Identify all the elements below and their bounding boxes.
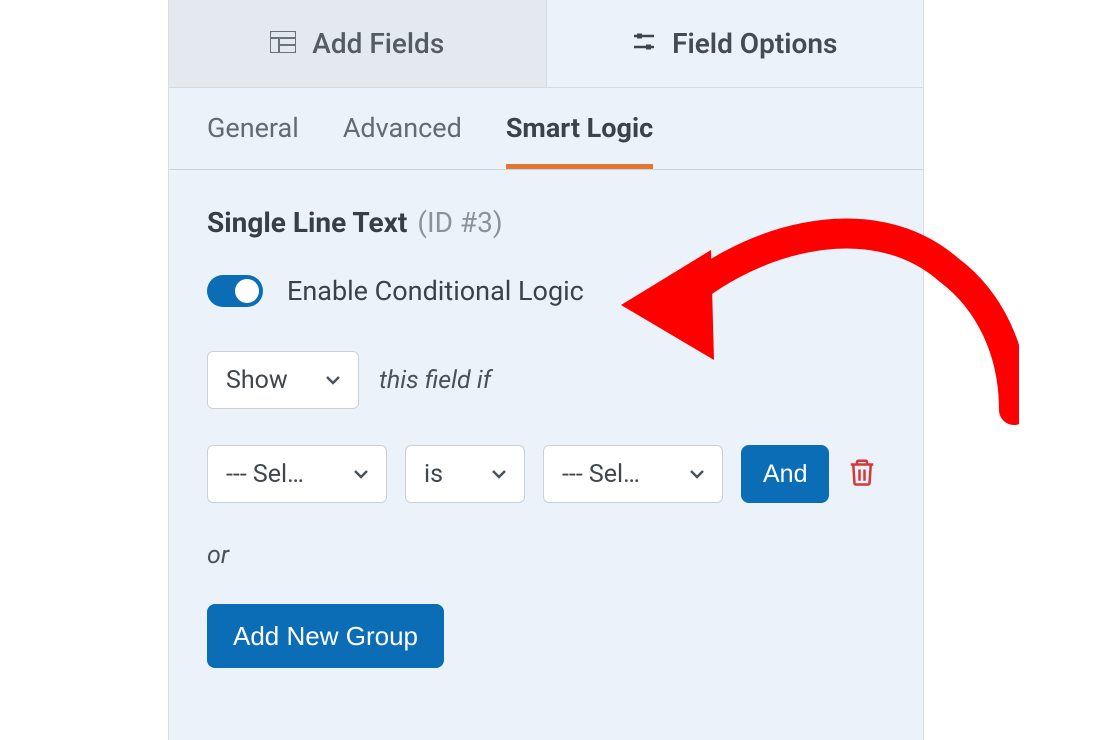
field-options-panel: Add Fields Field Options General Advance… (168, 0, 924, 740)
condition-row: --- Sel… is --- Sel… And (207, 445, 885, 503)
action-select-value: Show (226, 366, 288, 395)
chevron-down-icon (688, 465, 706, 483)
action-descriptor: this field if (379, 366, 491, 395)
field-id: (ID #3) (417, 206, 502, 239)
sub-tab-bar: General Advanced Smart Logic (169, 88, 923, 170)
form-fields-icon (270, 27, 296, 60)
condition-value-select[interactable]: --- Sel… (543, 445, 723, 503)
condition-value-value: --- Sel… (562, 460, 640, 489)
chevron-down-icon (324, 371, 342, 389)
field-heading: Single Line Text (ID #3) (207, 206, 885, 239)
chevron-down-icon (490, 465, 508, 483)
chevron-down-icon (352, 465, 370, 483)
tab-add-fields[interactable]: Add Fields (169, 0, 547, 87)
tab-field-options-label: Field Options (672, 27, 837, 60)
field-type-name: Single Line Text (207, 206, 407, 239)
condition-operator-value: is (424, 460, 443, 489)
tab-field-options[interactable]: Field Options (547, 0, 924, 87)
or-separator: or (207, 541, 885, 570)
enable-conditional-row: Enable Conditional Logic (207, 275, 885, 307)
subtab-general[interactable]: General (207, 112, 299, 168)
smart-logic-content: Single Line Text (ID #3) Enable Conditio… (169, 170, 923, 688)
delete-condition-button[interactable] (847, 457, 877, 491)
and-button[interactable]: And (741, 445, 829, 503)
condition-operator-select[interactable]: is (405, 445, 525, 503)
condition-field-select[interactable]: --- Sel… (207, 445, 387, 503)
condition-field-value: --- Sel… (226, 460, 304, 489)
trash-icon (847, 457, 877, 487)
tab-add-fields-label: Add Fields (312, 27, 444, 60)
action-select[interactable]: Show (207, 351, 359, 409)
sliders-icon (632, 27, 656, 60)
enable-conditional-label: Enable Conditional Logic (287, 275, 584, 307)
subtab-advanced[interactable]: Advanced (343, 112, 462, 168)
top-tab-bar: Add Fields Field Options (169, 0, 923, 88)
enable-conditional-toggle[interactable] (207, 275, 263, 307)
subtab-smart-logic[interactable]: Smart Logic (506, 112, 653, 168)
add-new-group-button[interactable]: Add New Group (207, 604, 444, 668)
